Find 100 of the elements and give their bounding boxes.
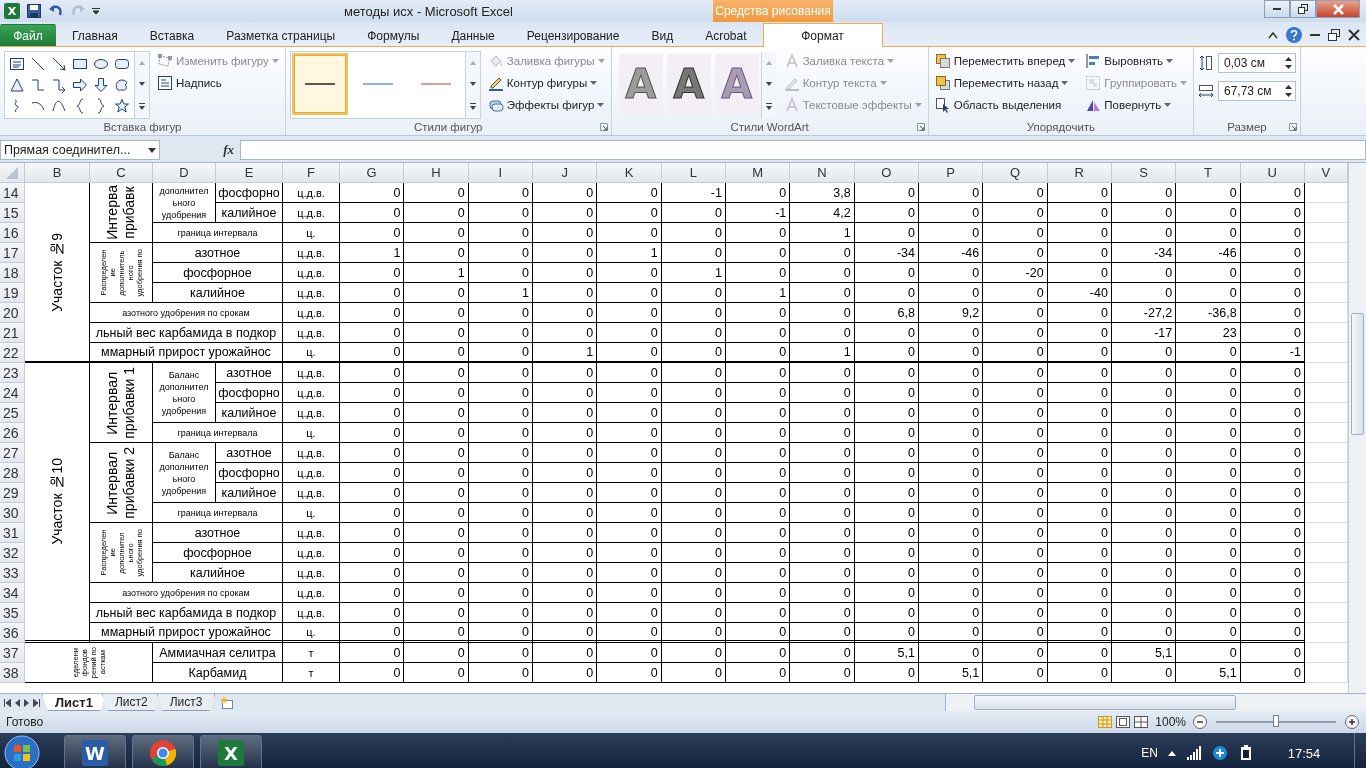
column-header[interactable]: B — [25, 163, 90, 183]
row-header[interactable]: 25 — [0, 403, 25, 423]
clock[interactable]: 17:54 — [1264, 745, 1344, 761]
column-header[interactable]: S — [1111, 163, 1177, 183]
dropdown-icon[interactable] — [148, 147, 156, 153]
column-header[interactable]: R — [1047, 163, 1112, 183]
dialog-launcher-icon[interactable] — [599, 123, 608, 131]
customize-icon[interactable] — [92, 8, 100, 14]
wordart-style[interactable]: A — [666, 54, 711, 114]
zoom-slider[interactable] — [1273, 715, 1279, 727]
ribbon-tab[interactable]: Рецензирование — [510, 24, 636, 46]
taskbar-app[interactable] — [132, 735, 194, 768]
column-header[interactable]: N — [790, 163, 855, 183]
tray-expand-icon[interactable] — [1168, 750, 1176, 756]
zoom-level[interactable]: 100% — [1155, 715, 1186, 729]
arrow-icon[interactable] — [51, 55, 67, 72]
help-icon[interactable] — [1286, 27, 1302, 43]
row-header[interactable]: 35 — [0, 603, 25, 623]
row-header[interactable]: 19 — [0, 283, 25, 303]
dialog-launcher-icon[interactable] — [1289, 123, 1297, 131]
insert-function-button[interactable]: fx — [223, 142, 234, 158]
restore-icon[interactable] — [1328, 29, 1340, 41]
spinner-icon[interactable] — [1285, 57, 1292, 69]
scroll-down-icon[interactable] — [469, 81, 476, 86]
ribbon-tab[interactable]: Данные — [435, 24, 511, 46]
page-layout-icon[interactable] — [1115, 714, 1132, 730]
column-header[interactable]: I — [468, 163, 533, 183]
vertical-scrollbar[interactable] — [1348, 163, 1366, 693]
ribbon-button[interactable]: Переместить назад — [932, 73, 1078, 92]
star-icon[interactable] — [114, 97, 130, 114]
column-header[interactable]: K — [597, 163, 662, 183]
row-header[interactable]: 14 — [0, 183, 25, 203]
zoom-out-icon[interactable] — [1192, 714, 1208, 730]
restore-button[interactable] — [1290, 0, 1316, 18]
name-box[interactable]: Прямая соединител... — [0, 140, 160, 160]
ribbon-tab[interactable]: Главная — [56, 24, 134, 46]
column-header[interactable]: C — [90, 163, 153, 183]
text-box-icon[interactable] — [9, 55, 25, 72]
ribbon-button[interactable]: Повернуть — [1083, 95, 1189, 114]
down-arrow-icon[interactable] — [93, 76, 109, 93]
row-header[interactable]: 15 — [0, 203, 25, 223]
first-sheet-icon[interactable] — [4, 698, 11, 707]
collapse-ribbon-icon[interactable] — [1268, 31, 1278, 39]
column-header[interactable]: U — [1240, 163, 1305, 183]
column-header[interactable]: V — [1304, 163, 1348, 183]
row-header[interactable]: 30 — [0, 503, 25, 523]
last-sheet-icon[interactable] — [33, 698, 40, 707]
row-header[interactable]: 34 — [0, 583, 25, 603]
ribbon-button[interactable]: Переместить вперед — [932, 51, 1078, 70]
ribbon-tab[interactable]: Разметка страницы — [210, 24, 352, 46]
column-header[interactable]: T — [1176, 163, 1241, 183]
signal-icon[interactable] — [1186, 745, 1202, 761]
column-header[interactable]: J — [533, 163, 598, 183]
taskbar-app[interactable]: X — [200, 735, 262, 768]
ribbon-tab[interactable]: Файл — [0, 24, 56, 46]
ribbon-tab[interactable]: Вставка — [133, 24, 211, 46]
sheet-tab[interactable]: Лист2 — [101, 694, 161, 711]
language-indicator[interactable]: EN — [1141, 746, 1158, 760]
ribbon-button[interactable]: Область выделения — [932, 95, 1078, 114]
row-header[interactable]: 28 — [0, 463, 25, 483]
column-header[interactable]: M — [725, 163, 791, 183]
horizontal-scrollbar[interactable] — [945, 694, 1366, 711]
start-button[interactable] — [4, 735, 40, 768]
ribbon-button[interactable]: Контур фигуры — [485, 73, 607, 92]
size-field[interactable]: 0,03 см — [1218, 53, 1296, 73]
ribbon-tab[interactable]: Формулы — [351, 24, 436, 46]
scroll-down-icon[interactable] — [139, 81, 145, 86]
more-icon[interactable] — [139, 102, 145, 110]
close-icon[interactable] — [1348, 29, 1360, 41]
row-header[interactable]: 17 — [0, 243, 25, 263]
close-button[interactable] — [1316, 0, 1360, 18]
column-header[interactable]: F — [283, 163, 340, 183]
column-header[interactable]: L — [661, 163, 726, 183]
right-arrow-icon[interactable] — [72, 76, 88, 93]
ribbon-tab[interactable]: Acrobat — [689, 24, 763, 46]
network-icon[interactable] — [1212, 745, 1228, 761]
row-header[interactable]: 24 — [0, 383, 25, 403]
ribbon-button[interactable]: Выровнять — [1083, 51, 1189, 70]
previous-sheet-icon[interactable] — [15, 698, 20, 707]
size-field[interactable]: 67,73 см — [1218, 81, 1296, 101]
column-header[interactable]: H — [404, 163, 469, 183]
ribbon-button[interactable]: Эффекты фигур — [485, 95, 607, 114]
column-header[interactable]: E — [216, 163, 283, 183]
save-icon[interactable] — [26, 3, 42, 19]
minimize-button[interactable] — [1264, 0, 1290, 18]
row-header[interactable]: 22 — [0, 343, 25, 363]
row-header[interactable]: 27 — [0, 443, 25, 463]
next-sheet-icon[interactable] — [24, 698, 29, 707]
row-header[interactable]: 21 — [0, 323, 25, 343]
more-icon[interactable] — [469, 102, 476, 110]
page-break-icon[interactable] — [1133, 714, 1150, 730]
triangle-icon[interactable] — [9, 76, 25, 93]
row-header[interactable]: 38 — [0, 663, 25, 683]
sheet-tab[interactable]: Лист3 — [156, 694, 216, 711]
battery-icon[interactable] — [1238, 745, 1254, 761]
row-header[interactable]: 18 — [0, 263, 25, 283]
spinner-icon[interactable] — [1285, 85, 1292, 97]
more-icon[interactable] — [765, 102, 772, 110]
row-header[interactable]: 16 — [0, 223, 25, 243]
row-header[interactable]: 37 — [0, 643, 25, 663]
